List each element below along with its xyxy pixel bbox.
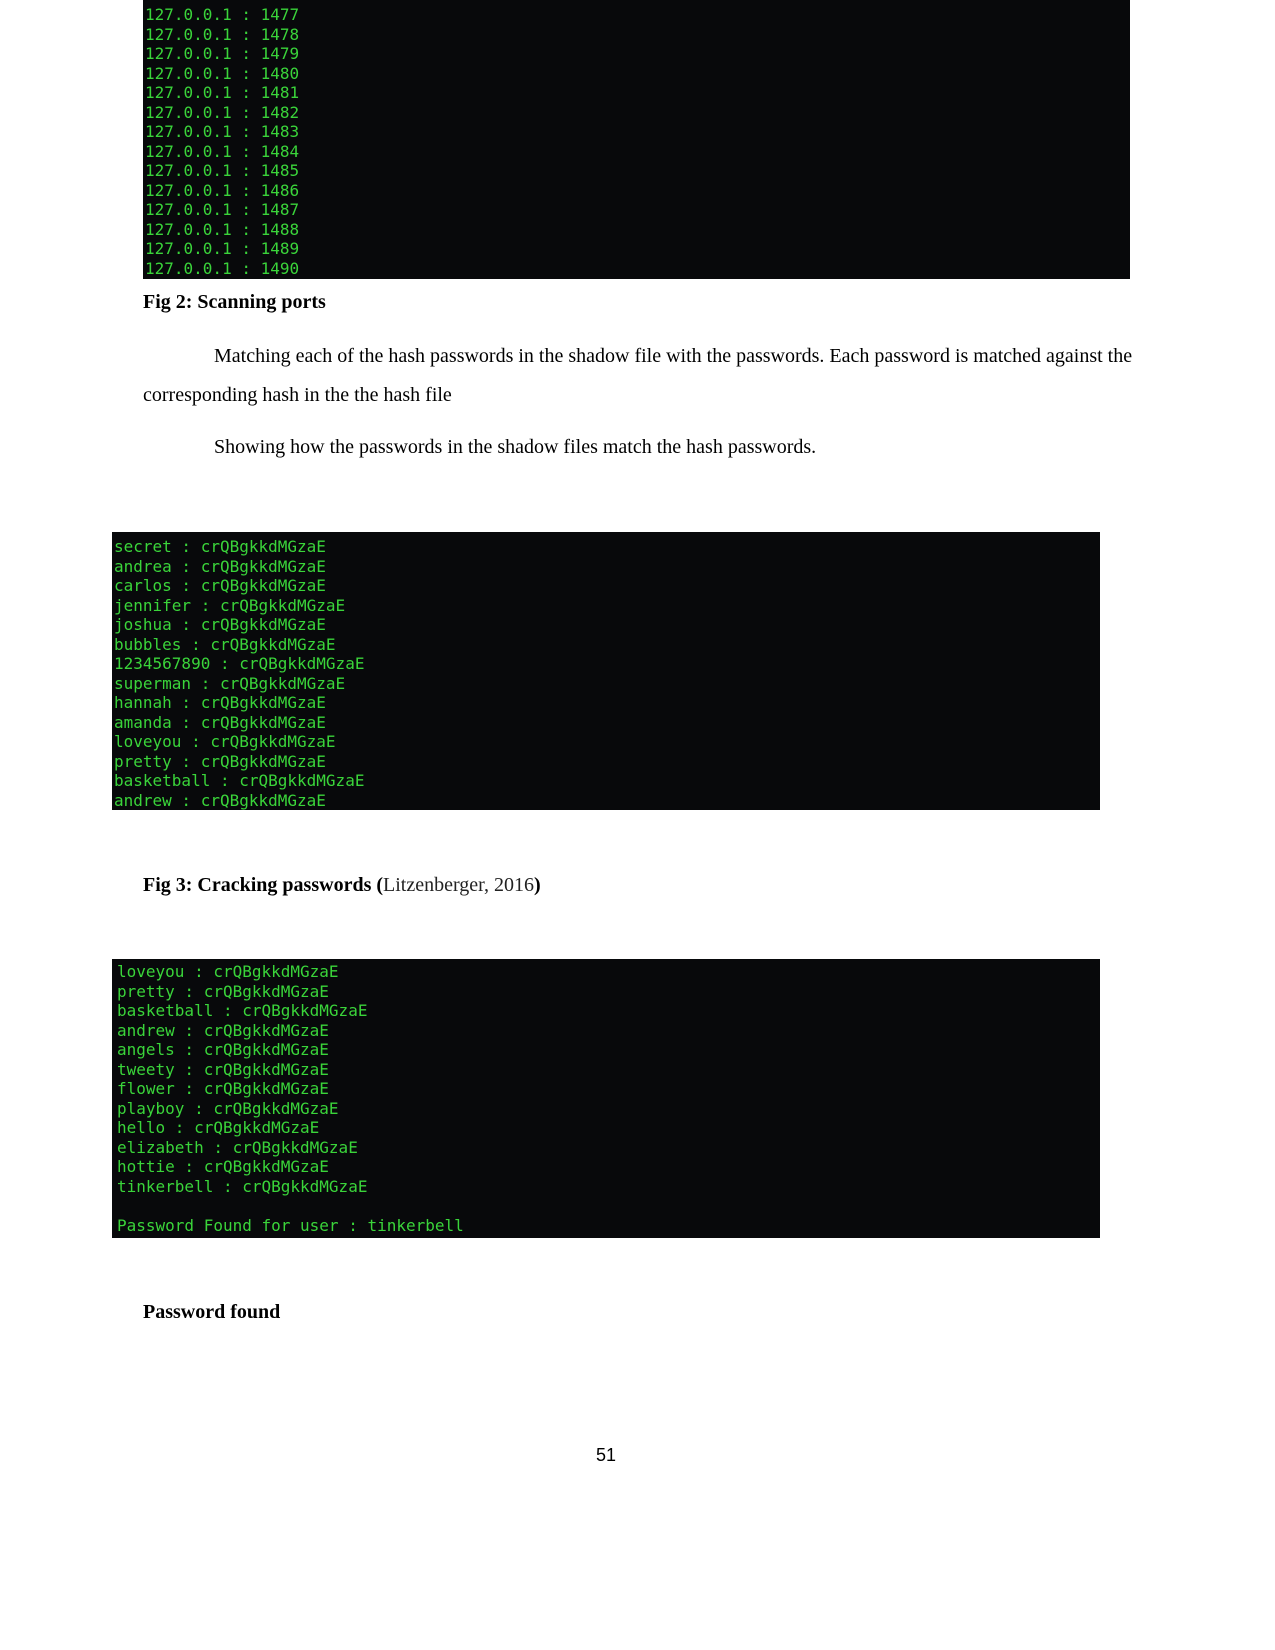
terminal-line: 127.0.0.1 : 1481 xyxy=(145,83,300,102)
terminal-line: elizabeth : crQBgkkdMGzaE xyxy=(117,1137,358,1157)
fig3-caption: Fig 3: Cracking passwords (Litzenberger,… xyxy=(143,874,541,897)
terminal-line: 127.0.0.1 : 1480 xyxy=(145,63,300,83)
terminal-line: joshua : crQBgkkdMGzaE xyxy=(114,615,326,634)
password-crack-terminal-screenshot: secret : crQBgkkdMGzaE andrea : crQBgkkdM… xyxy=(112,532,1100,810)
page-number: 51 xyxy=(595,1445,617,1465)
terminal-line: 127.0.0.1 : 1485 xyxy=(145,161,300,180)
terminal-line: hottie : crQBgkkdMGzaE xyxy=(117,1157,329,1176)
fig2-caption: Fig 2: Scanning ports xyxy=(143,291,326,313)
terminal-line: 127.0.0.1 : 1488 xyxy=(145,219,300,239)
fig3-caption-close: ) xyxy=(534,874,541,896)
terminal-line: pretty : crQBgkkdMGzaE xyxy=(117,981,329,1001)
terminal-line: Password Found for user : tinkerbell xyxy=(117,1215,464,1235)
paragraph-showing-passwords: Showing how the passwords in the shadow … xyxy=(214,436,817,458)
terminal-line: 127.0.0.1 : 1487 xyxy=(145,200,300,219)
terminal-line: andrew : crQBgkkdMGzaE xyxy=(117,1020,329,1040)
terminal-line: pretty : crQBgkkdMGzaE xyxy=(114,751,326,771)
terminal-line: basketball : crQBgkkdMGzaE xyxy=(117,1001,368,1020)
terminal-line: andrea : crQBgkkdMGzaE xyxy=(114,556,326,576)
terminal-line: loveyou : crQBgkkdMGzaE xyxy=(114,732,336,751)
terminal-line: 127.0.0.1 : 1477 xyxy=(145,5,300,24)
password-found-heading: Password found xyxy=(143,1301,281,1323)
terminal-line: 127.0.0.1 : 1482 xyxy=(145,102,300,122)
paragraph-matching-hashes: Matching each of the hash passwords in t… xyxy=(143,345,1133,406)
terminal-line: amanda : crQBgkkdMGzaE xyxy=(114,712,326,732)
terminal-line: secret : crQBgkkdMGzaE xyxy=(114,537,326,556)
terminal-line: andrew : crQBgkkdMGzaE xyxy=(114,790,326,810)
terminal-line: carlos : crQBgkkdMGzaE xyxy=(114,576,326,595)
terminal-line: 127.0.0.1 : 1484 xyxy=(145,141,300,161)
port-scan-terminal-screenshot: 127.0.0.1 : 1477 127.0.0.1 : 1478 127.0.0.… xyxy=(143,0,1130,279)
terminal-line: angels : crQBgkkdMGzaE xyxy=(117,1040,329,1059)
terminal-line: 127.0.0.1 : 1483 xyxy=(145,122,300,141)
terminal-line: 1234567890 : crQBgkkdMGzaE xyxy=(114,654,365,673)
terminal-line: 127.0.0.1 : 1490 xyxy=(145,258,300,278)
terminal-line: 127.0.0.1 : 1479 xyxy=(145,44,300,63)
terminal-line: loveyou : crQBgkkdMGzaE xyxy=(117,962,339,981)
terminal-line: jennifer : crQBgkkdMGzaE xyxy=(114,595,346,615)
terminal-line: basketball : crQBgkkdMGzaE xyxy=(114,771,365,790)
terminal-line: bubbles : crQBgkkdMGzaE xyxy=(114,634,336,654)
password-found-terminal-screenshot: loveyou : crQBgkkdMGzaE pretty : crQBgkkd… xyxy=(112,959,1100,1238)
terminal-line: tinkerbell : crQBgkkdMGzaE xyxy=(117,1176,368,1196)
fig3-caption-bold: Fig 3: Cracking passwords ( xyxy=(143,874,384,896)
fig3-citation: Litzenberger, 2016 xyxy=(383,874,535,896)
terminal-line: playboy : crQBgkkdMGzaE xyxy=(117,1098,339,1118)
terminal-line: hello : crQBgkkdMGzaE xyxy=(117,1118,320,1137)
terminal-line: 127.0.0.1 : 1486 xyxy=(145,180,300,200)
terminal-line: 127.0.0.1 : 1489 xyxy=(145,239,300,258)
terminal-line: superman : crQBgkkdMGzaE xyxy=(114,673,346,693)
terminal-line: flower : crQBgkkdMGzaE xyxy=(117,1079,329,1098)
terminal-line: hannah : crQBgkkdMGzaE xyxy=(114,693,326,712)
terminal-line: 127.0.0.1 : 1478 xyxy=(145,24,300,44)
terminal-line: tweety : crQBgkkdMGzaE xyxy=(117,1059,329,1079)
